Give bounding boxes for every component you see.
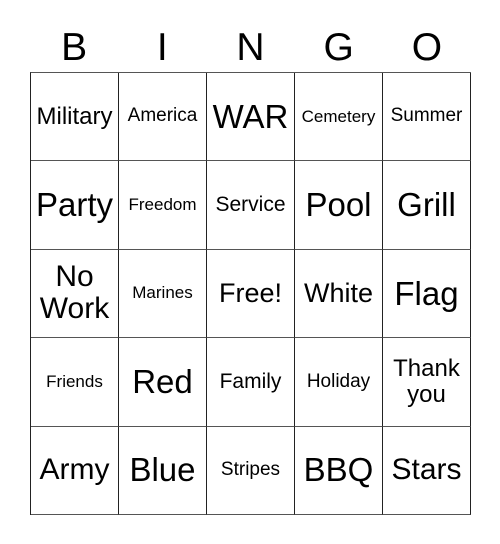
bingo-cell-label: Party <box>35 186 114 224</box>
bingo-card: B I N G O Military America WAR Cemetery Summ… <box>0 0 500 544</box>
bingo-cell-label: No Work <box>39 260 110 326</box>
bingo-header-letter-o: O <box>411 25 443 69</box>
bingo-header-letter-g: G <box>323 25 354 69</box>
bingo-cell-label: Stars <box>391 453 462 487</box>
bingo-cell-label: Summer <box>390 105 463 127</box>
bingo-cell-label: Military <box>36 102 113 130</box>
bingo-cell[interactable]: BBQ <box>295 426 383 515</box>
bingo-cell[interactable]: Freedom <box>119 161 207 250</box>
bingo-cell[interactable]: Cemetery <box>295 73 383 162</box>
bingo-cell-label: WAR <box>212 97 289 135</box>
bingo-cell[interactable]: Marines <box>119 249 207 339</box>
bingo-cell-label: Stripes <box>220 459 281 481</box>
bingo-cell[interactable]: Red <box>119 338 207 427</box>
bingo-header-letter-i: I <box>156 25 168 69</box>
bingo-cell[interactable]: Thank you <box>383 338 471 427</box>
bingo-cell-label: Family <box>219 369 282 393</box>
bingo-cell-label: Army <box>39 453 110 487</box>
bingo-grid: Military America WAR Cemetery Summer Party Fre… <box>30 72 471 515</box>
bingo-cell-label: Marines <box>132 283 193 303</box>
bingo-cell[interactable]: Military <box>31 73 119 162</box>
bingo-cell[interactable]: Holiday <box>295 338 383 427</box>
bingo-cell[interactable]: White <box>295 249 383 339</box>
bingo-cell[interactable]: Free! <box>207 249 295 339</box>
bingo-cell[interactable]: Stars <box>383 426 471 515</box>
bingo-header: B I N G O <box>30 22 471 72</box>
bingo-cell[interactable]: Grill <box>383 161 471 250</box>
bingo-cell[interactable]: Friends <box>31 338 119 427</box>
bingo-header-letter-n: N <box>236 25 265 69</box>
bingo-cell[interactable]: Flag <box>383 249 471 339</box>
bingo-cell-label: Flag <box>394 274 459 312</box>
bingo-cell-label: Holiday <box>306 370 371 392</box>
bingo-cell-label: Friends <box>46 371 103 391</box>
bingo-cell-label: Grill <box>397 186 456 224</box>
bingo-cell[interactable]: America <box>119 73 207 162</box>
bingo-cell[interactable]: Service <box>207 161 295 250</box>
bingo-cell-label: Service <box>215 192 286 216</box>
bingo-cell-label: Freedom <box>128 194 197 214</box>
bingo-cell[interactable]: No Work <box>31 249 119 339</box>
bingo-cell-label: Free! <box>218 277 283 308</box>
bingo-header-letter-b: B <box>61 25 88 69</box>
bingo-cell-label: America <box>127 105 198 127</box>
bingo-cell[interactable]: Blue <box>119 426 207 515</box>
bingo-cell[interactable]: Stripes <box>207 426 295 515</box>
bingo-cell[interactable]: Army <box>31 426 119 515</box>
bingo-cell-label: Red <box>132 363 193 401</box>
bingo-cell-label: BBQ <box>303 451 374 489</box>
bingo-cell-label: Thank you <box>393 354 460 408</box>
bingo-cell-label: Blue <box>129 451 196 489</box>
bingo-cell[interactable]: WAR <box>207 73 295 162</box>
bingo-cell-label: Cemetery <box>301 106 376 126</box>
bingo-cell[interactable]: Summer <box>383 73 471 162</box>
bingo-cell[interactable]: Pool <box>295 161 383 250</box>
bingo-cell-label: White <box>303 277 374 308</box>
bingo-cell[interactable]: Family <box>207 338 295 427</box>
bingo-cell[interactable]: Party <box>31 161 119 250</box>
bingo-cell-label: Pool <box>305 186 372 224</box>
